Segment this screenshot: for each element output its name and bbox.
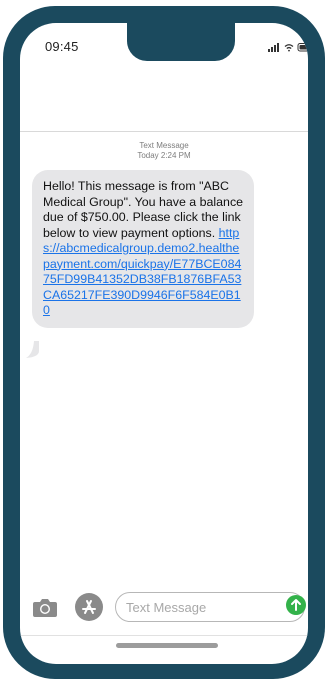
status-time: 09:45 bbox=[45, 39, 79, 54]
send-arrow-icon bbox=[291, 599, 301, 611]
camera-notch bbox=[127, 23, 235, 61]
footer-divider bbox=[20, 635, 308, 636]
message-timestamp: Today 2:24 PM bbox=[137, 151, 191, 160]
bubble-tail bbox=[26, 341, 39, 358]
app-store-button[interactable] bbox=[75, 593, 103, 621]
signal-icon bbox=[268, 43, 279, 52]
header-divider bbox=[20, 131, 308, 132]
camera-icon[interactable] bbox=[32, 596, 58, 618]
phone-screen: 09:45 Text Message Today 2:24 PM Hello! … bbox=[20, 23, 308, 664]
battery-icon bbox=[297, 43, 308, 52]
wifi-icon bbox=[284, 44, 294, 52]
message-body: Hello! This message is from "ABC Medical… bbox=[43, 179, 244, 240]
message-input-placeholder: Text Message bbox=[126, 600, 207, 615]
incoming-message-bubble: Hello! This message is from "ABC Medical… bbox=[32, 170, 254, 328]
app-store-icon bbox=[82, 600, 96, 614]
message-input[interactable]: Text Message bbox=[115, 592, 305, 622]
send-button[interactable] bbox=[286, 595, 306, 615]
home-indicator[interactable] bbox=[116, 643, 218, 648]
composer-bar: Text Message bbox=[20, 590, 308, 626]
status-icons bbox=[268, 43, 308, 52]
channel-label: Text Message bbox=[139, 141, 189, 150]
phone-frame: 09:45 Text Message Today 2:24 PM Hello! … bbox=[3, 6, 325, 679]
message-meta: Text Message Today 2:24 PM bbox=[20, 141, 308, 161]
